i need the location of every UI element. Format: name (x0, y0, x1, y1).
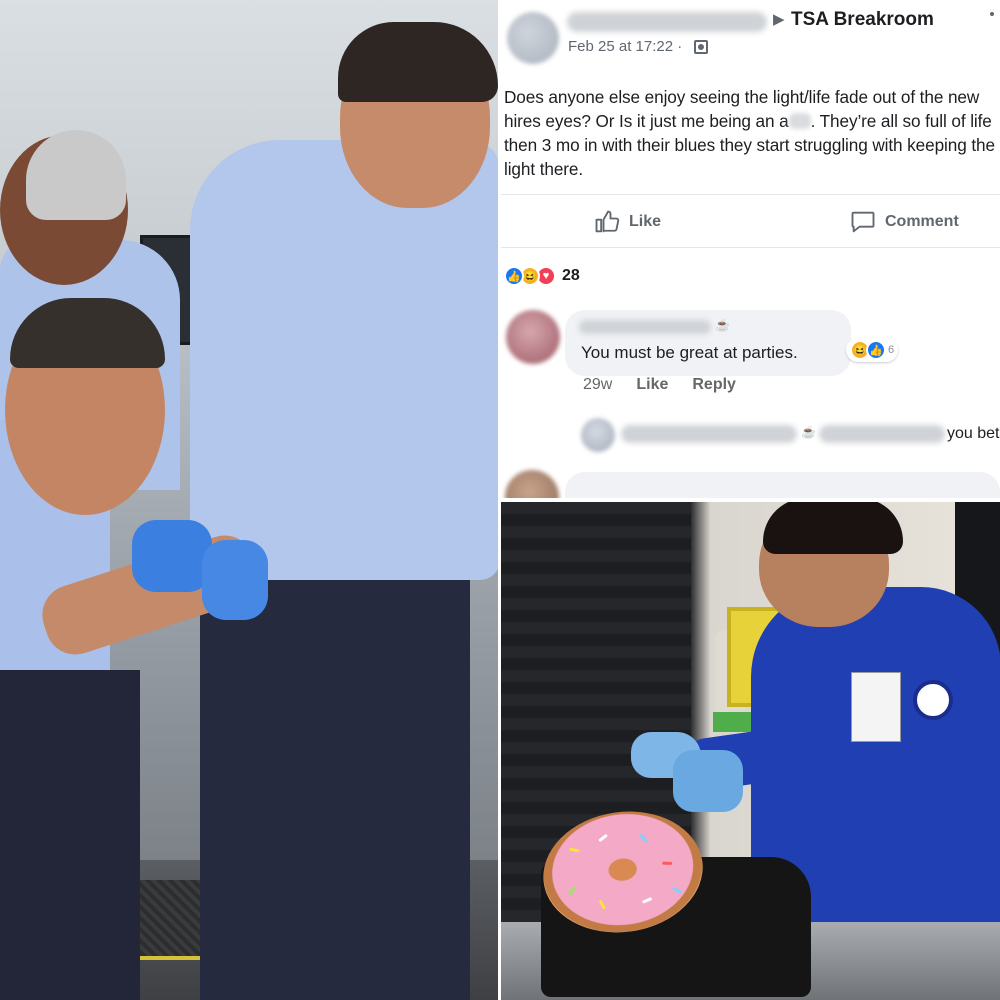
photo-blue-glove (132, 520, 212, 592)
comment-reply-link[interactable]: Reply (692, 376, 736, 394)
comment-reaction-count: 6 (888, 344, 895, 356)
comment-button[interactable]: Comment (849, 207, 959, 237)
coffee-icon: ☕ (715, 318, 730, 332)
photo-id-badge (851, 672, 901, 742)
reply-text: you bet (947, 425, 1000, 442)
photo-shoulder-patch (913, 680, 953, 720)
comment-meta: 29w Like Reply (583, 376, 736, 394)
photo-passenger-shirt (190, 140, 498, 580)
reply-text-blurred (819, 425, 945, 443)
donut-sprinkle (671, 886, 683, 894)
second-comment-bubble (565, 472, 1000, 498)
group-name[interactable]: TSA Breakroom (791, 9, 934, 31)
like-button-label: Like (629, 213, 662, 230)
donut-sprinkle (662, 861, 673, 865)
audience-icon (694, 40, 708, 54)
facebook-post: ▶ TSA Breakroom Feb 25 at 17:22 · Does a… (501, 0, 1000, 498)
like-reaction-icon: 👍 (504, 266, 524, 286)
photo-blue-glove (673, 750, 743, 812)
comment-button-label: Comment (885, 213, 959, 230)
photo-passenger-pants (200, 560, 470, 1000)
post-action-bar: Like Comment (501, 194, 1000, 248)
like-reaction-icon: 👍 (866, 340, 886, 360)
photo-blue-glove (202, 540, 268, 620)
donut-sprinkle (642, 897, 653, 904)
donut-sprinkle (598, 833, 608, 843)
author-avatar-blurred[interactable] (507, 12, 559, 64)
comment-icon (851, 211, 875, 233)
second-commenter-avatar-blurred[interactable] (505, 470, 559, 498)
like-button[interactable]: Like (593, 207, 661, 237)
more-options-icon[interactable] (990, 12, 994, 16)
post-reaction-count: 28 (562, 267, 580, 284)
coffee-icon: ☕ (801, 425, 816, 439)
photo-officer-background-hair (26, 130, 126, 220)
photo-pat-down (0, 0, 498, 1000)
comment-bubble: ☕ You must be great at parties. (565, 310, 851, 376)
comment-like-link[interactable]: Like (636, 376, 668, 394)
donut-sprinkle (569, 847, 580, 853)
replier-avatar-blurred[interactable] (581, 418, 615, 452)
donut-sprinkle (567, 885, 577, 896)
thumbs-up-icon (595, 210, 620, 233)
donut-sprinkle (598, 899, 607, 910)
photo-officer-hair (763, 502, 903, 554)
group-arrow-icon: ▶ (773, 11, 785, 28)
post-text: Does anyone else enjoy seeing the light/… (504, 85, 1000, 181)
comment-age[interactable]: 29w (583, 376, 612, 394)
photo-officer-donut (501, 502, 1000, 1000)
replier-name-blurred[interactable] (621, 425, 797, 443)
post-reactions[interactable]: 👍 😆 ♥ 28 (504, 266, 580, 286)
post-timestamp[interactable]: Feb 25 at 17:22 · (568, 38, 682, 55)
author-name-blurred[interactable] (567, 12, 767, 32)
comment-text: You must be great at parties. (581, 343, 798, 362)
commenter-avatar-blurred[interactable] (506, 310, 560, 364)
comment-reactions[interactable]: 😆 👍 6 (846, 338, 899, 362)
photo-officer-pants (0, 670, 140, 1000)
donut-sprinkle (639, 833, 648, 844)
commenter-name-blurred[interactable] (579, 320, 711, 334)
censored-word (788, 113, 811, 129)
